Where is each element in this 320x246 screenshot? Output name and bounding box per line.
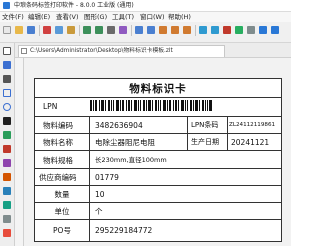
lock-icon[interactable] — [223, 26, 231, 34]
heart-tool-icon[interactable] — [3, 229, 11, 237]
save-icon[interactable] — [27, 26, 35, 34]
material-code-label: 物料编码 — [43, 121, 73, 130]
menu-file[interactable]: 文件(F) — [2, 13, 24, 22]
label-preview[interactable]: 物料标识卡 LPN 物料编码 3482636904 LPN条码 ZL241121… — [34, 78, 282, 242]
lpn-label: LPN — [43, 102, 58, 111]
lpn-code-value: ZL24112119861 — [229, 122, 276, 128]
left-toolbox — [0, 43, 15, 246]
ellipse-tool-icon[interactable] — [3, 103, 11, 111]
title-bar: 中琅条码标签打印软件 - 8.0.0 工业版 (通用) — [0, 0, 291, 12]
undo-icon[interactable] — [83, 26, 91, 34]
material-spec-value: 长230mm,直径100mm — [95, 156, 167, 164]
app-icon — [3, 2, 10, 9]
polygon-tool-icon[interactable] — [3, 201, 11, 209]
lpn-barcode — [90, 100, 212, 111]
database-icon[interactable] — [119, 26, 127, 34]
po-number-label: PO号 — [53, 226, 71, 235]
menu-edit[interactable]: 编辑(E) — [28, 13, 50, 22]
paste-icon[interactable] — [67, 26, 75, 34]
quantity-label: 数量 — [54, 190, 70, 199]
material-name-label: 物料名称 — [43, 138, 73, 147]
production-date-label: 生产日期 — [191, 138, 219, 146]
menu-view[interactable]: 查看(V) — [56, 13, 79, 22]
window-title: 中琅条码标签打印软件 - 8.0.0 工业版 (通用) — [14, 2, 134, 9]
settings-icon[interactable] — [259, 26, 267, 34]
select-pointer-icon[interactable] — [3, 47, 11, 55]
rectangle-tool-icon[interactable] — [3, 89, 11, 97]
shape-tool-icon[interactable] — [3, 173, 11, 181]
barcode-tool-icon[interactable] — [3, 117, 11, 125]
material-name-value: 电除尘器阻尼电阻 — [95, 138, 155, 147]
table-tool-icon[interactable] — [3, 159, 11, 167]
qrcode-tool-icon[interactable] — [3, 145, 11, 153]
supplier-code-value: 01779 — [95, 173, 119, 182]
po-number-value: 295229184772 — [95, 226, 153, 235]
text-tool-icon[interactable] — [3, 61, 11, 69]
menu-help[interactable]: 帮助(H) — [168, 13, 191, 22]
menu-tools[interactable]: 工具(T) — [112, 13, 134, 22]
menu-bar: 文件(F) 编辑(E) 查看(V) 图形(G) 工具(T) 窗口(W) 帮助(H… — [0, 12, 291, 22]
group-icon[interactable] — [235, 26, 243, 34]
vertical-ruler — [15, 58, 24, 246]
zoom-out-icon[interactable] — [147, 26, 155, 34]
star-tool-icon[interactable] — [3, 215, 11, 223]
new-file-icon[interactable] — [3, 26, 11, 34]
zoom-in-icon[interactable] — [135, 26, 143, 34]
document-icon — [21, 48, 27, 54]
image-tool-icon[interactable] — [3, 131, 11, 139]
toolbar — [0, 22, 291, 43]
redo-icon[interactable] — [95, 26, 103, 34]
menu-window[interactable]: 窗口(W) — [140, 13, 165, 22]
arc-tool-icon[interactable] — [3, 187, 11, 195]
align-right-icon[interactable] — [183, 26, 191, 34]
supplier-code-label: 供应商编码 — [39, 173, 77, 182]
unit-label: 单位 — [54, 207, 70, 216]
copy-icon[interactable] — [55, 26, 63, 34]
quantity-value: 10 — [95, 190, 105, 199]
align-left-icon[interactable] — [159, 26, 167, 34]
layer-icon[interactable] — [247, 26, 255, 34]
print-icon[interactable] — [107, 26, 115, 34]
ruler-icon[interactable] — [211, 26, 219, 34]
align-center-icon[interactable] — [171, 26, 179, 34]
help-icon[interactable] — [271, 26, 279, 34]
material-code-value: 3482636904 — [95, 121, 143, 130]
open-folder-icon[interactable] — [15, 26, 23, 34]
line-tool-icon[interactable] — [3, 75, 11, 83]
unit-value: 个 — [95, 207, 103, 216]
document-tab[interactable]: C:\Users\Administrator\Desktop\物料标识卡模板.z… — [18, 45, 225, 57]
menu-graphics[interactable]: 图形(G) — [84, 13, 107, 22]
grid-icon[interactable] — [199, 26, 207, 34]
cut-icon[interactable] — [43, 26, 51, 34]
material-spec-label: 物料规格 — [43, 156, 73, 165]
label-title: 物料标识卡 — [129, 83, 187, 95]
lpn-code-label: LPN条码 — [191, 121, 219, 129]
document-tabs: C:\Users\Administrator\Desktop\物料标识卡模板.z… — [15, 43, 291, 58]
production-date-value: 20241121 — [231, 138, 270, 147]
document-tab-label: C:\Users\Administrator\Desktop\物料标识卡模板.z… — [30, 48, 173, 54]
